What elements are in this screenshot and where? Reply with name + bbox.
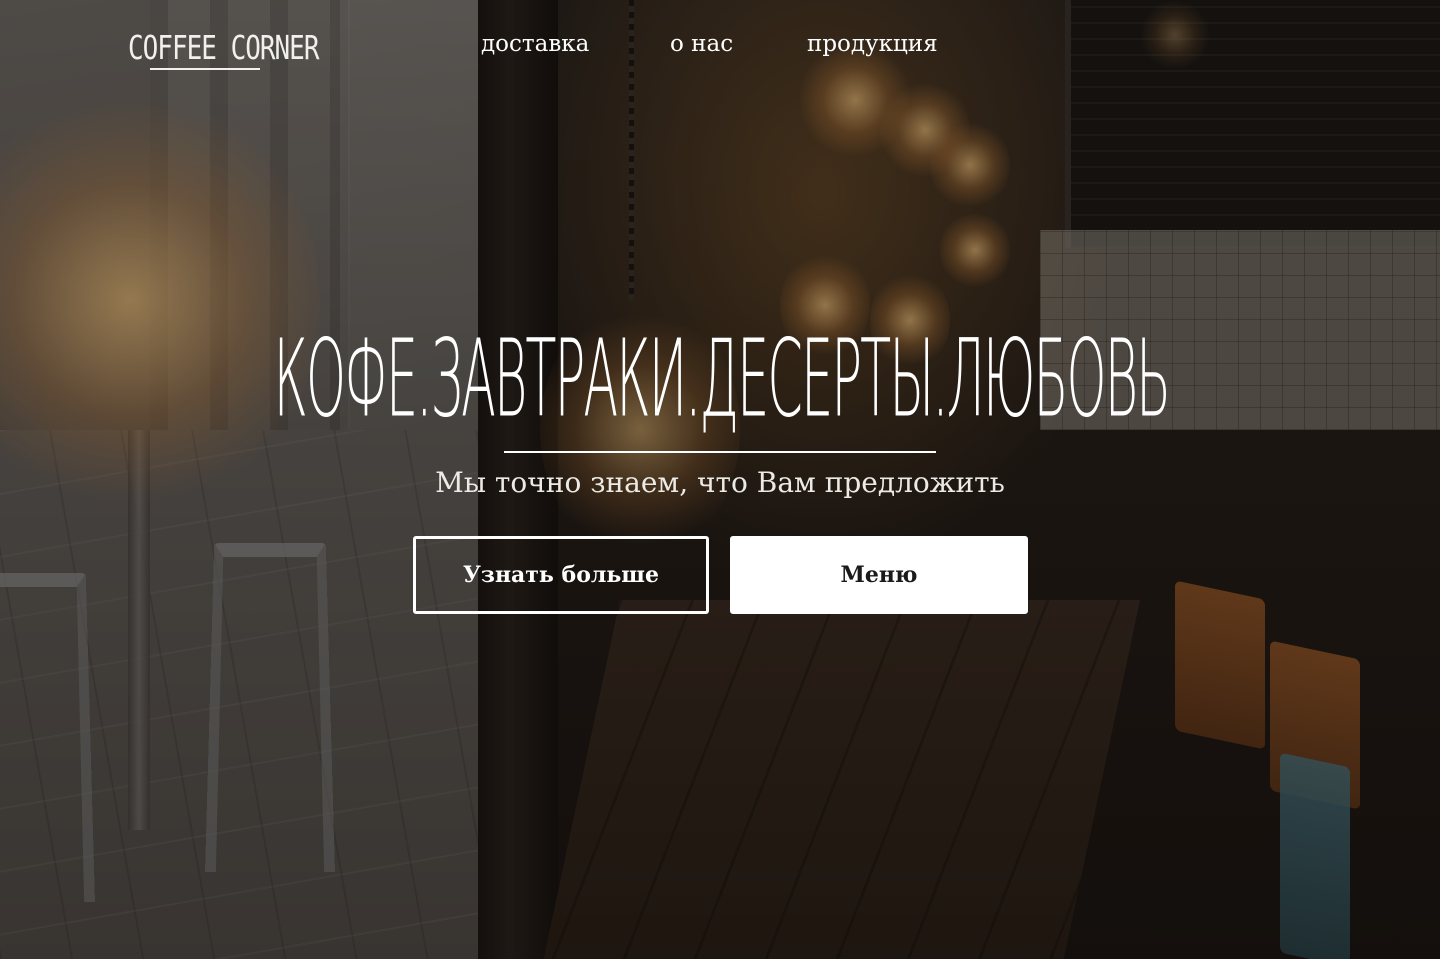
menu-button[interactable]: Меню [730, 536, 1028, 614]
hero-title: КОФЕ.ЗАВТРАКИ.ДЕСЕРТЫ.ЛЮБОВЬ [273, 318, 1171, 442]
site-logo[interactable]: COFFEE CORNER [128, 30, 319, 68]
learn-more-button[interactable]: Узнать больше [413, 536, 709, 614]
nav-link-delivery[interactable]: доставка [481, 31, 589, 57]
nav-link-products[interactable]: продукция [807, 31, 938, 57]
hero-divider [504, 451, 936, 453]
hero-subtitle: Мы точно знаем, что Вам предложить [435, 466, 1005, 499]
nav-link-about[interactable]: о нас [670, 31, 733, 57]
logo-underline [150, 68, 260, 70]
